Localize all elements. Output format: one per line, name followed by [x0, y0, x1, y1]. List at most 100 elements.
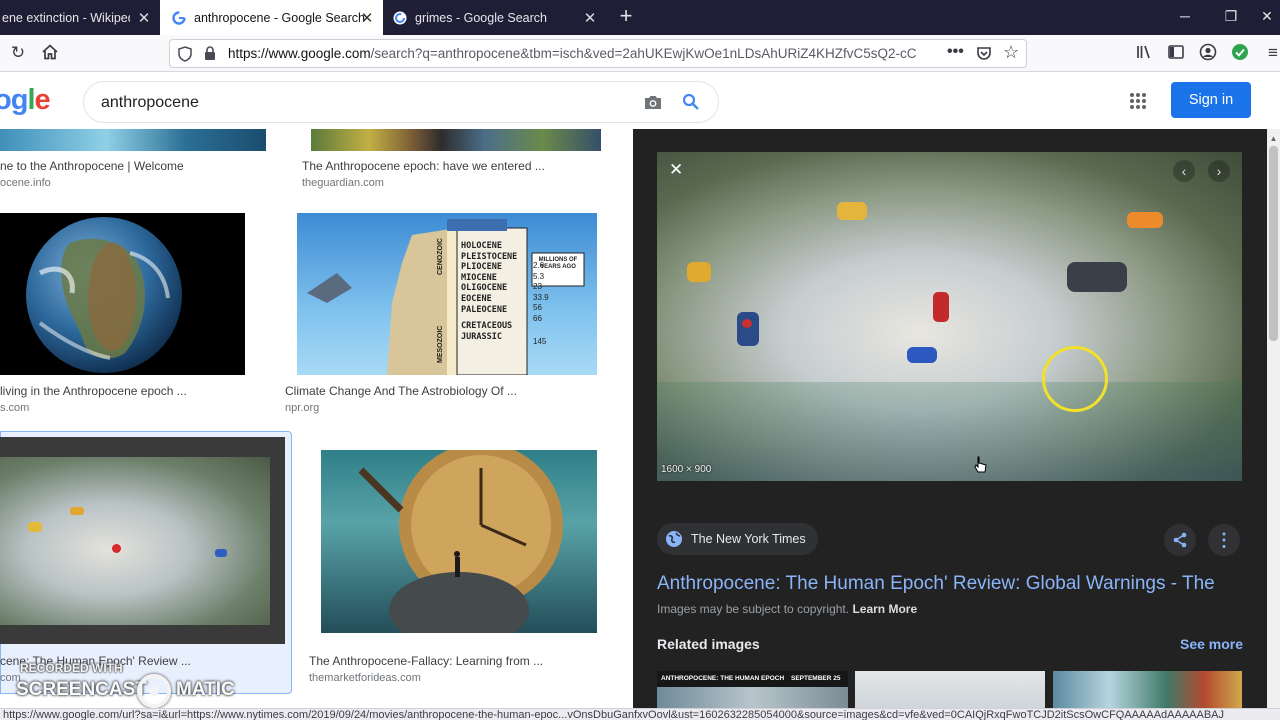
tab-wikipedia[interactable]: ene extinction - Wikipedia ✕ [0, 0, 160, 35]
close-window-icon[interactable]: ✕ [1254, 0, 1280, 35]
search-icon[interactable] [682, 93, 700, 116]
era-label: OLIGOCENE [461, 283, 508, 294]
globe-icon [665, 530, 683, 548]
close-tab-icon[interactable]: ✕ [359, 9, 375, 27]
close-tab-icon[interactable]: ✕ [582, 9, 598, 27]
age-label: 23 [533, 282, 542, 292]
reload-icon[interactable]: ↻ [8, 43, 28, 63]
camera-search-icon[interactable] [643, 94, 663, 116]
search-input[interactable]: anthropocene [101, 94, 199, 112]
image-results-grid: ne to the Anthropocene | Welcome ocene.i… [0, 129, 633, 720]
home-icon[interactable] [40, 43, 60, 63]
sidebar-icon[interactable] [1166, 43, 1186, 63]
library-icon[interactable] [1134, 43, 1154, 63]
era-label: PLIOCENE [461, 262, 502, 273]
source-chip[interactable]: The New York Times [657, 523, 818, 555]
tab-anthropocene-search[interactable]: anthropocene - Google Search ✕ [160, 0, 383, 35]
earth-globe-image [26, 217, 182, 373]
tracking-protection-shield-icon[interactable] [178, 46, 192, 67]
search-box[interactable]: anthropocene [83, 81, 719, 123]
tab-grimes-search[interactable]: grimes - Google Search ✕ [383, 0, 606, 35]
age-label: 33.9 [533, 292, 549, 302]
result-thumbnail[interactable] [311, 129, 601, 151]
url-domain: https://www.google.com [228, 46, 371, 61]
preview-image-landfill[interactable]: 1600 × 900 ✕ ‹ › [657, 152, 1242, 481]
result-title[interactable]: The Anthropocene-Fallacy: Learning from … [309, 654, 543, 668]
result-thumbnail-earth[interactable] [0, 213, 245, 375]
google-logo[interactable]: ogle [0, 84, 51, 117]
scrollbar-thumb[interactable] [1269, 146, 1278, 341]
result-title[interactable]: The Anthropocene epoch: have we entered … [302, 159, 545, 173]
yellow-bag [70, 507, 84, 515]
url-path: /search?q=anthropocene&tbm=isch&ved=2ahU… [370, 46, 917, 61]
result-thumbnail-clock[interactable] [321, 450, 597, 633]
learn-more-link[interactable]: Learn More [852, 602, 917, 616]
blue-bag [215, 549, 227, 557]
page-actions-menu-icon[interactable]: ••• [947, 43, 964, 61]
new-tab-icon[interactable]: + [614, 4, 638, 28]
person-red-shirt [933, 292, 949, 322]
watermark-logo-icon [137, 674, 171, 708]
copyright-notice: Images may be subject to copyright. Lear… [657, 602, 917, 616]
scroll-up-icon[interactable]: ▲ [1267, 134, 1280, 144]
age-label: 145 [533, 336, 547, 346]
browser-tab-bar: ene extinction - Wikipedia ✕ anthropocen… [0, 0, 1280, 35]
related-caption: ANTHROPOCENE: THE HUMAN EPOCH [661, 675, 785, 682]
menu-icon[interactable]: ≡ [1266, 43, 1280, 63]
result-thumbnail-geologic-timescale[interactable]: HOLOCENE PLEISTOCENE PLIOCENE MIOCENE OL… [297, 213, 597, 375]
age-label: 66 [533, 313, 542, 323]
result-title[interactable]: living in the Anthropocene epoch ... [0, 384, 187, 398]
result-headline-link[interactable]: Anthropocene: The Human Epoch' Review: G… [657, 573, 1215, 595]
person-red-cap [742, 319, 752, 328]
share-button[interactable] [1164, 524, 1196, 556]
result-source[interactable]: s.com [0, 402, 29, 414]
result-source[interactable]: npr.org [285, 402, 319, 414]
plastic-debris-layer [657, 382, 1242, 481]
tab-title: anthropocene - Google Search [194, 10, 365, 25]
age-label: 56 [533, 303, 542, 313]
restore-window-icon[interactable]: ❐ [1208, 0, 1254, 35]
result-source[interactable]: ocene.info [0, 177, 51, 189]
result-title[interactable]: ne to the Anthropocene | Welcome [0, 159, 184, 173]
image-dimensions: 1600 × 900 [661, 464, 712, 475]
google-apps-grid-icon[interactable] [1129, 92, 1147, 115]
era-group-label: MESOZOIC [437, 325, 444, 363]
result-title[interactable]: Climate Change And The Astrobiology Of .… [285, 384, 517, 398]
image-preview-panel: 1600 × 900 ✕ ‹ › The New York Times ⋮ An… [633, 129, 1267, 720]
google-header: ogle anthropocene Sign in [0, 73, 1280, 129]
account-icon[interactable] [1198, 43, 1218, 63]
tab-title: ene extinction - Wikipedia [2, 10, 130, 25]
age-label: 5.3 [533, 271, 545, 281]
see-more-link[interactable]: See more [1180, 636, 1243, 652]
cursor-highlight-circle [1042, 346, 1108, 412]
result-source[interactable]: themarketforideas.com [309, 672, 421, 684]
source-name: The New York Times [691, 532, 806, 546]
next-image-icon[interactable]: › [1208, 160, 1230, 182]
yellow-bag [28, 522, 42, 532]
era-label: PLEISTOCENE [461, 251, 518, 262]
address-bar[interactable]: https://www.google.com/search?q=anthropo… [169, 39, 1027, 68]
url-text: https://www.google.com/search?q=anthropo… [228, 46, 943, 61]
landfill-image [0, 457, 270, 625]
padlock-icon[interactable] [204, 46, 216, 66]
close-tab-icon[interactable]: ✕ [136, 9, 152, 27]
copyright-text: Images may be subject to copyright. [657, 602, 850, 616]
result-thumbnail[interactable] [0, 129, 266, 151]
extension-check-icon[interactable] [1230, 43, 1250, 63]
bookmark-star-icon[interactable]: ☆ [1003, 42, 1019, 63]
sign-in-button[interactable]: Sign in [1171, 82, 1251, 118]
browser-navigation-bar: ↻ https://www.google.com/search?q=anthro… [0, 35, 1280, 72]
blue-bag [907, 347, 937, 363]
result-thumbnail-landfill[interactable] [0, 437, 285, 644]
era-group-label: CENOZOIC [437, 238, 444, 275]
previous-image-icon[interactable]: ‹ [1173, 160, 1195, 182]
page-scrollbar[interactable]: ▲ [1267, 129, 1280, 720]
era-label: MIOCENE [461, 272, 497, 283]
more-options-icon[interactable]: ⋮ [1208, 524, 1240, 556]
era-list: HOLOCENE PLEISTOCENE PLIOCENE MIOCENE OL… [461, 241, 527, 342]
result-source[interactable]: theguardian.com [302, 177, 384, 189]
status-bar-url: https://www.google.com/url?sa=i&url=http… [0, 708, 1280, 720]
pocket-icon[interactable] [976, 45, 992, 66]
close-preview-icon[interactable]: ✕ [669, 160, 683, 180]
minimize-icon[interactable]: ─ [1162, 0, 1208, 35]
